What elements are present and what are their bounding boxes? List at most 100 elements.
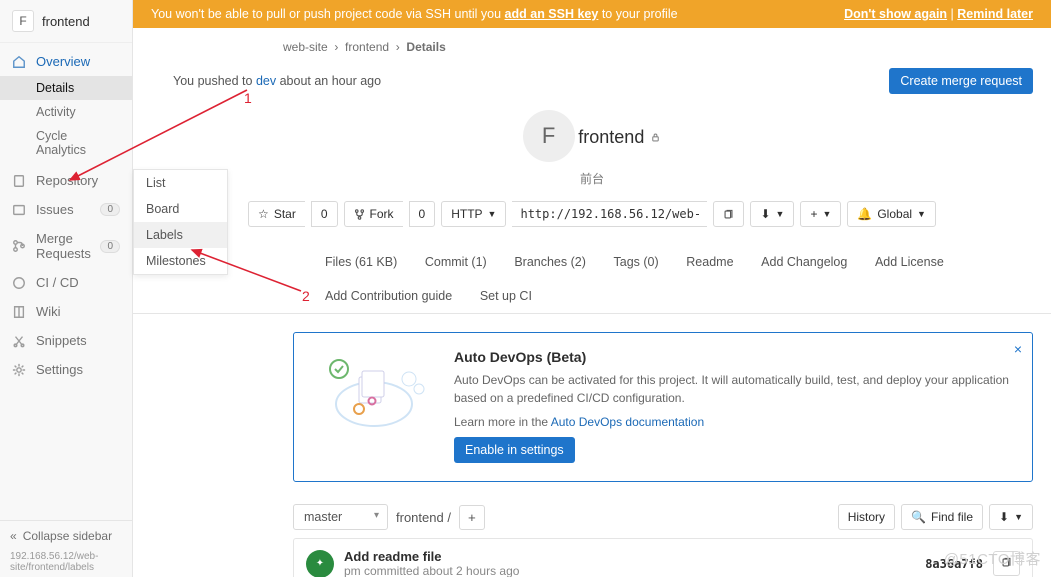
push-text: You pushed to dev about an hour ago <box>173 74 381 88</box>
rocket-icon <box>12 276 26 290</box>
enable-devops-button[interactable]: Enable in settings <box>454 437 575 463</box>
close-icon[interactable]: × <box>1014 341 1022 357</box>
create-merge-request-button[interactable]: Create merge request <box>889 68 1033 94</box>
collapse-sidebar[interactable]: «Collapse sidebar <box>0 520 132 551</box>
merge-count: 0 <box>100 240 120 253</box>
auto-devops-banner: × Auto DevOps (Beta) Auto DevOps can be … <box>293 332 1033 482</box>
download-dropdown[interactable]: ⬇ ▼ <box>750 201 794 227</box>
sidebar-label: Issues <box>36 202 74 217</box>
star-button[interactable]: ☆ Star <box>248 201 305 227</box>
crumb-group[interactable]: web-site <box>283 40 328 54</box>
sidebar-label: Wiki <box>36 304 61 319</box>
sidebar: F frontend Overview Details Activity Cyc… <box>0 0 133 577</box>
submenu-milestones[interactable]: Milestones <box>134 248 227 274</box>
alert-text: You won't be able to pull or push projec… <box>151 7 678 21</box>
tab-branches[interactable]: Branches (2) <box>502 245 598 279</box>
find-file-button[interactable]: 🔍 Find file <box>901 504 983 530</box>
main-content: You won't be able to pull or push projec… <box>133 0 1051 577</box>
sidebar-item-merge[interactable]: Merge Requests 0 <box>0 224 132 268</box>
sidebar-label: Repository <box>36 173 98 188</box>
ssh-alert: You won't be able to pull or push projec… <box>133 0 1051 28</box>
fork-button[interactable]: Fork <box>344 201 403 227</box>
push-notice: You pushed to dev about an hour ago Crea… <box>133 64 1051 104</box>
commit-title[interactable]: Add readme file <box>344 549 519 564</box>
tab-readme[interactable]: Readme <box>674 245 745 279</box>
tab-tags[interactable]: Tags (0) <box>602 245 671 279</box>
tab-contrib[interactable]: Add Contribution guide <box>313 279 464 313</box>
last-commit-row: ✦ Add readme file pm committed about 2 h… <box>293 538 1033 577</box>
sidebar-item-settings[interactable]: Settings <box>0 355 132 384</box>
protocol-dropdown[interactable]: HTTP ▼ <box>441 201 506 227</box>
add-dropdown[interactable]: + ▼ <box>800 201 841 227</box>
sidebar-sub-activity[interactable]: Activity <box>0 100 132 124</box>
sidebar-item-repository[interactable]: Repository <box>0 166 132 195</box>
project-subtitle: 前台 <box>133 170 1051 187</box>
push-branch-link[interactable]: dev <box>256 74 276 88</box>
devops-learn: Learn more in the Auto DevOps documentat… <box>454 413 1010 431</box>
sidebar-item-overview[interactable]: Overview <box>0 47 132 76</box>
notifications-dropdown[interactable]: 🔔 Global ▼ <box>847 201 936 227</box>
history-button[interactable]: History <box>838 504 895 530</box>
add-file-button[interactable]: + <box>459 505 485 530</box>
star-count[interactable]: 0 <box>311 201 338 227</box>
sidebar-item-issues[interactable]: Issues 0 <box>0 195 132 224</box>
submenu-labels[interactable]: Labels <box>134 222 227 248</box>
merge-icon <box>12 239 26 253</box>
project-title: frontend <box>578 127 661 148</box>
issues-submenu: List Board Labels Milestones <box>133 169 228 275</box>
fork-count[interactable]: 0 <box>409 201 436 227</box>
tab-files[interactable]: Files (61 KB) <box>313 245 409 279</box>
home-icon <box>12 55 26 69</box>
sidebar-label: Overview <box>36 54 90 69</box>
gear-icon <box>12 363 26 377</box>
project-name-small: frontend <box>42 14 90 29</box>
submenu-list[interactable]: List <box>134 170 227 196</box>
sidebar-label: Settings <box>36 362 83 377</box>
sidebar-item-cicd[interactable]: CI / CD <box>0 268 132 297</box>
doc-icon <box>12 174 26 188</box>
devops-title: Auto DevOps (Beta) <box>454 349 1010 365</box>
tab-changelog[interactable]: Add Changelog <box>749 245 859 279</box>
sidebar-label: Snippets <box>36 333 87 348</box>
tab-license[interactable]: Add License <box>863 245 956 279</box>
commit-sha[interactable]: 8a36a7f8 <box>925 557 983 571</box>
download-source-button[interactable]: ⬇ ▼ <box>989 504 1033 530</box>
project-tabs: Files (61 KB) Commit (1) Branches (2) Ta… <box>133 245 1051 314</box>
clone-url-input[interactable] <box>512 201 707 227</box>
breadcrumb: web-site › frontend › Details <box>133 28 1051 64</box>
project-toolbar: ☆ Star0 Fork0 HTTP ▼ ⬇ ▼ + ▼ 🔔 Global ▼ <box>133 189 1051 245</box>
submenu-board[interactable]: Board <box>134 196 227 222</box>
branch-select[interactable]: master <box>293 504 388 530</box>
status-url: 192.168.56.12/web-site/frontend/labels <box>0 551 132 577</box>
crumb-project[interactable]: frontend <box>345 40 389 54</box>
add-ssh-link[interactable]: add an SSH key <box>505 7 599 21</box>
commit-info: Add readme file pm committed about 2 hou… <box>344 549 519 577</box>
sidebar-item-snippets[interactable]: Snippets <box>0 326 132 355</box>
sidebar-sub-details[interactable]: Details <box>0 76 132 100</box>
path-crumb[interactable]: frontend / <box>396 510 451 525</box>
devops-doc-link[interactable]: Auto DevOps documentation <box>551 415 704 429</box>
tab-commits[interactable]: Commit (1) <box>413 245 499 279</box>
crumb-current: Details <box>406 40 445 54</box>
sidebar-label: Merge Requests <box>36 231 100 261</box>
book-icon <box>12 305 26 319</box>
copy-url-button[interactable] <box>713 201 744 227</box>
issues-count: 0 <box>100 203 120 216</box>
copy-sha-button[interactable] <box>993 551 1020 576</box>
sidebar-header[interactable]: F frontend <box>0 0 132 43</box>
alert-remind[interactable]: Remind later <box>957 7 1033 21</box>
snippets-icon <box>12 334 26 348</box>
tab-ci[interactable]: Set up CI <box>468 279 544 313</box>
devops-desc: Auto DevOps can be activated for this pr… <box>454 371 1010 407</box>
sidebar-label: CI / CD <box>36 275 79 290</box>
alert-dont-show[interactable]: Don't show again <box>844 7 947 21</box>
commit-avatar: ✦ <box>306 550 334 577</box>
sidebar-item-wiki[interactable]: Wiki <box>0 297 132 326</box>
lock-icon <box>650 132 661 143</box>
project-avatar: F <box>523 110 575 162</box>
commit-meta: pm committed about 2 hours ago <box>344 564 519 577</box>
issues-icon <box>12 203 26 217</box>
sidebar-sub-cycle[interactable]: Cycle Analytics <box>0 124 132 162</box>
project-avatar-small: F <box>12 10 34 32</box>
branch-row: master frontend / + History 🔍 Find file … <box>293 496 1033 538</box>
